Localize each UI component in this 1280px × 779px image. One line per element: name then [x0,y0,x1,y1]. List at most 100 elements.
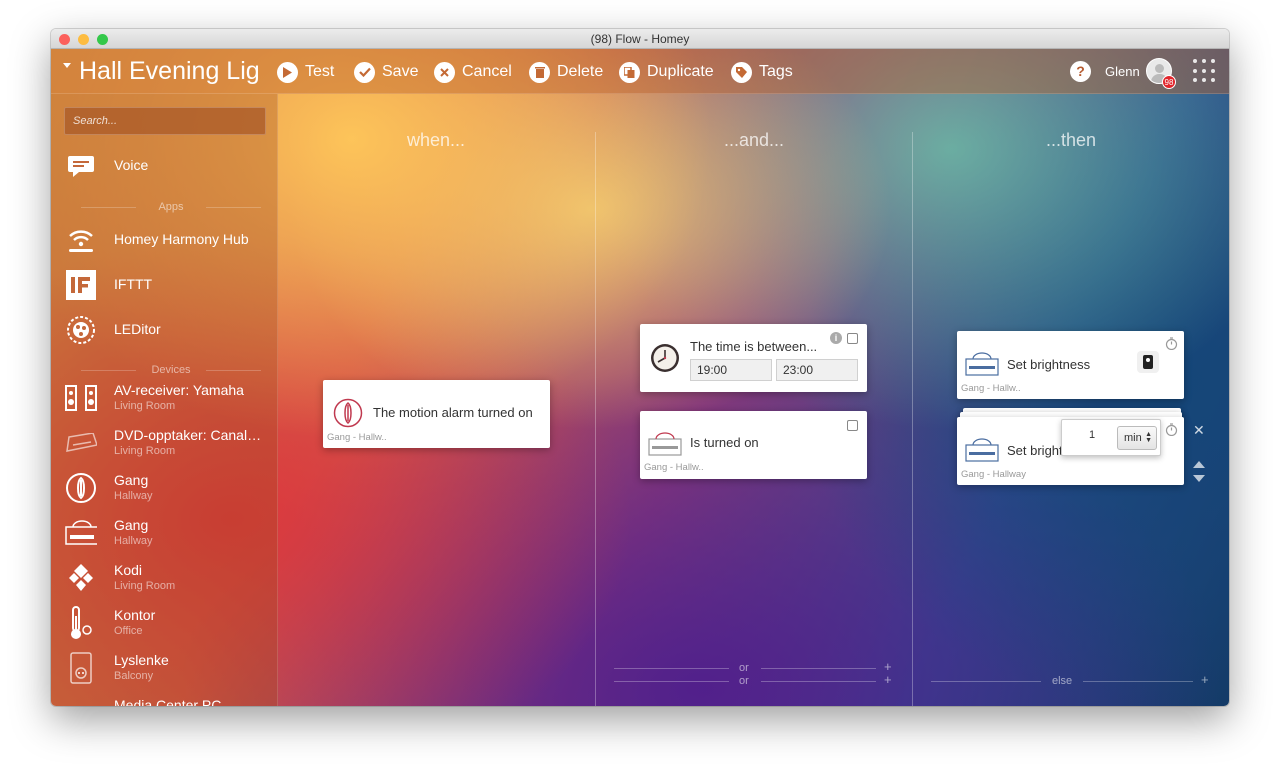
card-title: The time is between... [690,339,818,354]
tag-icon [731,61,752,83]
apps-grid-icon[interactable] [1193,59,1217,83]
reorder-icon[interactable] [1193,461,1205,488]
info-icon[interactable]: i [830,332,842,344]
sidebar-item-gang-motion[interactable]: Gang Hallway [51,466,278,510]
toolbar: Hall Evening Lights Test Save Cancel Del… [51,49,1229,94]
sidebar-item-label: Lyslenke [114,652,169,668]
pc-icon [65,697,97,706]
title-bar: (98) Flow - Homey [51,29,1229,49]
search-input[interactable]: Search... [64,107,266,135]
dimmer-icon [965,437,999,468]
card-title: The motion alarm turned on [373,405,533,420]
footer-line [614,681,729,682]
dimmer-icon [965,351,999,382]
clock-icon [650,343,680,378]
close-window-button[interactable] [59,34,70,45]
duplicate-button[interactable]: Duplicate [619,61,714,83]
add-else-button[interactable]: + [1201,673,1209,686]
sidebar-item-gang-dimmer[interactable]: Gang Hallway [51,511,278,555]
delay-unit-select[interactable]: min ▲ ▼ [1117,426,1157,450]
devices-header: Devices [81,364,261,376]
recorder-icon [65,427,97,459]
sidebar-item-dvd[interactable]: DVD-opptaker: Canal Digital Living Room [51,421,278,465]
footer-line [931,681,1041,682]
trigger-card[interactable]: The motion alarm turned on Gang - Hallw.… [323,380,550,448]
brightness-knob-icon[interactable] [1137,351,1159,373]
sidebar-item-av-receiver[interactable]: AV-receiver: Yamaha Living Room [51,376,278,420]
sidebar-item-kontor[interactable]: Kontor Office [51,601,278,645]
or-label: or [739,675,749,687]
delete-button[interactable]: Delete [529,61,603,83]
then-column-header: ...then [1045,130,1097,150]
or-label: or [739,662,749,674]
tags-button[interactable]: Tags [731,61,793,83]
socket-icon [65,652,97,684]
notification-badge[interactable]: 98 [1162,75,1176,89]
card-device: Gang - Hallway [961,469,1026,480]
flow-name[interactable]: Hall Evening Lights [63,56,261,86]
time-from-field[interactable]: 19:00 [690,359,772,381]
thermometer-icon [65,606,97,639]
sidebar-item-label: Gang [114,472,149,488]
action-card[interactable]: Set brightness Gang - Hallw.. [957,331,1184,399]
footer-line [1083,681,1193,682]
ifttt-icon [65,269,97,301]
card-device: Gang - Hallw.. [961,383,1021,394]
updown-icon: ▲ ▼ [1145,431,1152,444]
speakers-icon [65,382,97,414]
chevron-down-icon[interactable] [63,62,71,68]
minimize-window-button[interactable] [78,34,89,45]
motion-sensor-icon [333,398,363,433]
sidebar-item-label: Media Center PC [114,697,222,706]
trash-icon [529,61,550,83]
and-column-header: ...and... [723,130,785,150]
close-icon[interactable]: ✕ [1193,422,1205,439]
invert-checkbox[interactable] [847,420,858,431]
else-label: else [1052,675,1073,687]
harmony-icon [65,224,97,256]
time-to-field[interactable]: 23:00 [776,359,858,381]
sidebar: Search... Voice Apps Homey Harmony Hub I… [51,94,278,706]
test-button[interactable]: Test [277,61,334,83]
sidebar-item-lyslenke[interactable]: Lyslenke Balcony [51,646,278,690]
sidebar-item-kodi[interactable]: Kodi Living Room [51,556,278,600]
condition-time-card[interactable]: The time is between... i 19:00 23:00 [640,324,867,392]
dimmer-icon [648,431,682,462]
sidebar-item-media-center[interactable]: Media Center PC [51,691,278,706]
sidebar-item-zone: Balcony [114,670,154,682]
add-or-group-button[interactable]: + [884,673,892,686]
cancel-button[interactable]: Cancel [434,61,512,83]
leditor-icon [65,314,97,346]
flow-editor: Hall Evening Lights Test Save Cancel Del… [51,49,1229,706]
sidebar-item-label: LEDitor [114,321,161,337]
sidebar-item-leditor[interactable]: LEDitor [51,308,278,352]
delay-popover: 1 min ▲ ▼ [1061,419,1161,456]
help-icon[interactable]: ? [1070,61,1091,82]
play-icon [277,61,298,83]
card-device: Gang - Hallw.. [644,462,704,473]
card-device: Gang - Hallw.. [327,432,387,443]
sidebar-item-harmony[interactable]: Homey Harmony Hub [51,218,278,262]
sidebar-item-zone: Living Room [114,580,176,592]
sidebar-item-label: Homey Harmony Hub [114,231,249,247]
card-title: Set brightness [1007,443,1062,458]
sidebar-item-label: Voice [114,157,149,173]
motion-sensor-icon [65,472,97,504]
save-button[interactable]: Save [354,61,418,83]
condition-on-card[interactable]: Is turned on Gang - Hallw.. [640,411,867,479]
zoom-window-button[interactable] [97,34,108,45]
sidebar-item-ifttt[interactable]: IFTTT [51,263,278,307]
timer-icon[interactable] [1165,423,1178,441]
card-title: Is turned on [690,435,759,450]
sidebar-item-zone: Hallway [114,490,153,502]
delay-value-input[interactable]: 1 [1072,429,1112,441]
sidebar-item-label: AV-receiver: Yamaha [114,382,244,398]
invert-checkbox[interactable] [847,333,858,344]
sidebar-item-label: DVD-opptaker: Canal Digital [114,427,264,443]
cancel-icon [434,61,455,83]
column-divider [595,132,596,706]
kodi-icon [65,562,97,594]
user-name[interactable]: Glenn [1105,64,1140,79]
sidebar-item-voice[interactable]: Voice [51,144,278,188]
timer-icon[interactable] [1165,337,1178,355]
